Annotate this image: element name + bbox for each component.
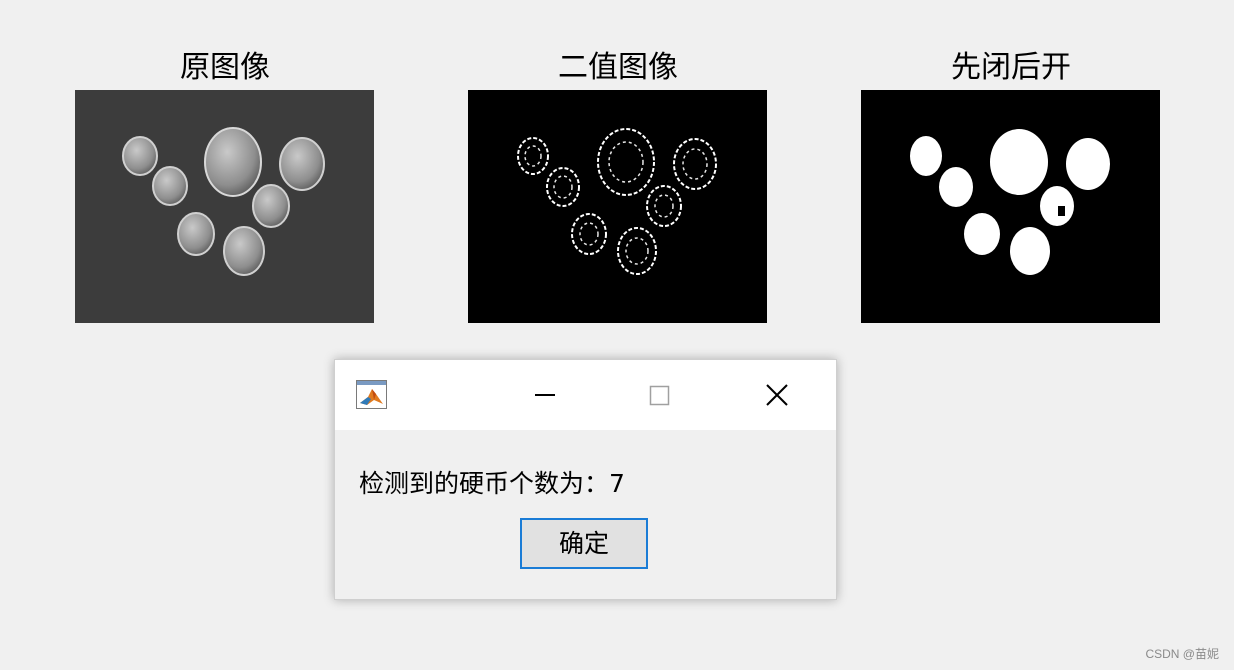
minimize-button[interactable] xyxy=(521,374,569,418)
message-dialog: 检测到的硬币个数为：7 确定 xyxy=(334,359,837,600)
close-open-image xyxy=(861,90,1160,323)
matlab-icon xyxy=(356,380,387,409)
dialog-message: 检测到的硬币个数为：7 xyxy=(359,469,625,498)
panel-title-close-open: 先闭后开 xyxy=(951,50,1071,85)
close-icon xyxy=(766,384,788,406)
dialog-titlebar[interactable] xyxy=(335,360,836,430)
panel-title-binary: 二值图像 xyxy=(558,50,678,85)
maximize-button[interactable] xyxy=(635,374,683,418)
binary-image xyxy=(468,90,767,323)
watermark: CSDN @苗妮 xyxy=(1145,647,1219,661)
close-button[interactable] xyxy=(752,374,800,418)
ok-button[interactable]: 确定 xyxy=(520,518,648,569)
minimize-icon xyxy=(535,394,555,396)
maximize-icon xyxy=(649,385,670,406)
panel-title-original: 原图像 xyxy=(180,50,270,85)
original-image xyxy=(75,90,374,323)
